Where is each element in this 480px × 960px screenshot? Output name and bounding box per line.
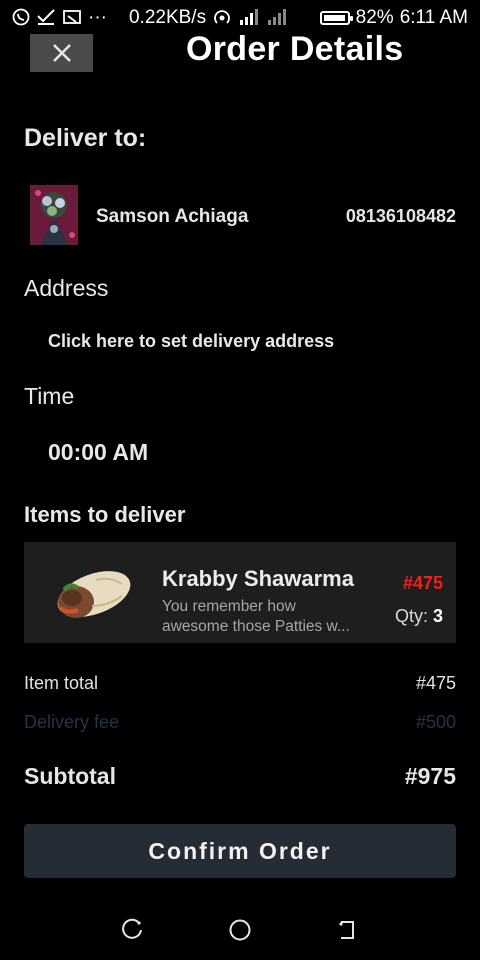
subtotal-value: #975 — [404, 763, 456, 789]
avatar — [30, 185, 78, 245]
recent-apps-icon[interactable] — [120, 917, 146, 943]
back-icon[interactable] — [334, 917, 360, 943]
set-address-link[interactable]: Click here to set delivery address — [48, 331, 334, 352]
delivery-fee-label: Delivery fee — [24, 712, 120, 732]
status-bar-left: ··· 0.22KB/s — [12, 7, 288, 29]
more-notifications-icon: ··· — [88, 7, 107, 28]
clock: 6:11 AM — [399, 7, 468, 28]
item-quantity-label: Qty: — [394, 606, 428, 626]
hotspot-icon — [212, 8, 232, 29]
list-item[interactable]: Krabby Shawarma You remember how awesome… — [24, 542, 456, 643]
item-total-value: #475 — [415, 673, 456, 693]
delivery-time[interactable]: 00:00 AM — [48, 439, 148, 466]
network-speed: 0.22KB/s — [128, 7, 207, 28]
item-quantity: Qty: 3 — [395, 606, 443, 627]
item-description-line2: awesome those Patties w... — [162, 618, 350, 635]
signal-icon — [238, 8, 260, 29]
time-label: Time — [24, 383, 75, 409]
item-price: #475 — [402, 573, 443, 593]
shawarma-image — [46, 556, 138, 628]
item-description: You remember how awesome those Patties w… — [162, 597, 372, 637]
status-bar-right: 82% 6:11 AM — [319, 7, 468, 29]
battery-icon — [319, 11, 353, 25]
items-label: Items to deliver — [24, 502, 186, 527]
customer-phone[interactable]: 08136108482 — [346, 206, 456, 227]
item-description-line1: You remember how — [162, 598, 296, 615]
cast-icon — [62, 8, 82, 29]
deliver-to-label: Deliver to: — [24, 124, 147, 152]
item-quantity-value: 3 — [432, 606, 443, 626]
delivery-fee-value: #500 — [415, 712, 456, 732]
home-icon[interactable] — [227, 917, 253, 943]
page-title: Order Details — [186, 30, 404, 68]
address-label: Address — [24, 275, 109, 301]
system-nav-bar — [0, 900, 480, 960]
confirm-order-button[interactable]: Confirm Order — [24, 824, 456, 878]
customer-name: Samson Achiaga — [96, 206, 249, 227]
check-icon — [36, 8, 56, 29]
battery-percent: 82% — [355, 7, 394, 28]
subtotal-label: Subtotal — [24, 763, 116, 789]
item-total-label: Item total — [24, 673, 99, 693]
signal-2-icon — [266, 8, 288, 29]
whatsapp-icon — [12, 8, 30, 29]
close-button[interactable] — [30, 34, 93, 72]
item-name: Krabby Shawarma — [162, 566, 354, 591]
close-icon — [52, 44, 71, 62]
